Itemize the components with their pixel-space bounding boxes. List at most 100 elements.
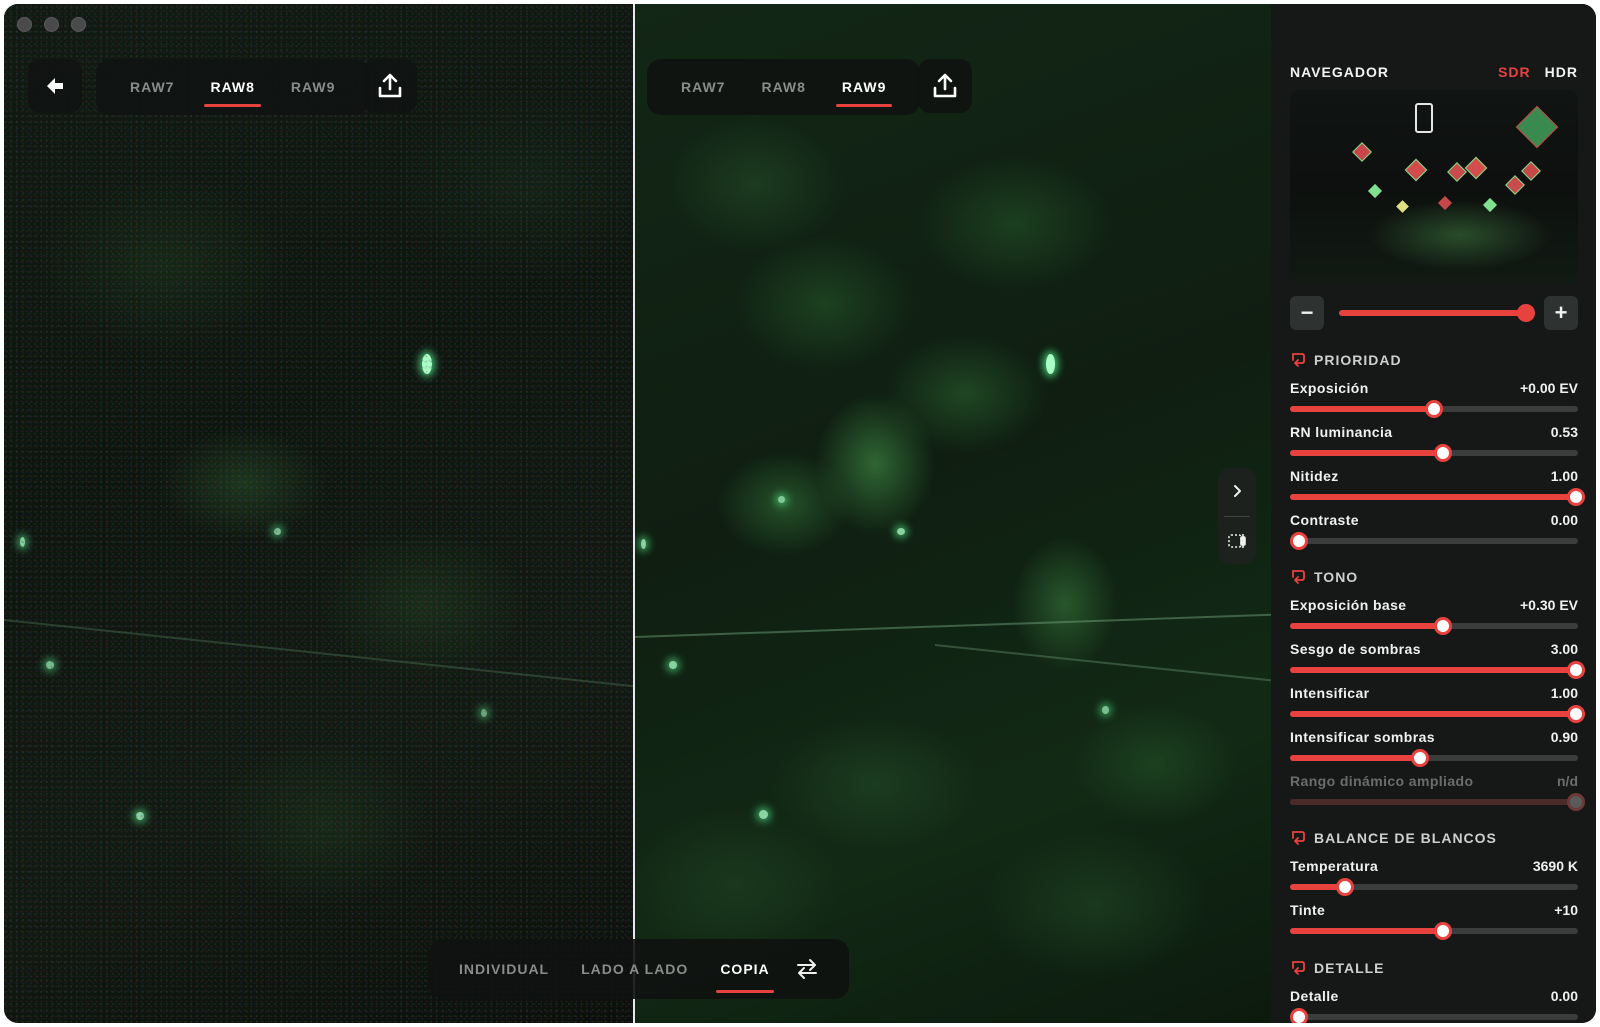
navigator-header: NAVEGADOR SDR HDR	[1290, 64, 1578, 80]
adjustment-value: 0.00	[1550, 512, 1578, 528]
back-button[interactable]	[28, 59, 82, 113]
slider-knob[interactable]	[1425, 400, 1443, 418]
slider-knob[interactable]	[1290, 1008, 1308, 1023]
share-icon	[378, 73, 402, 98]
section-prioridad: PRIORIDAD	[1290, 350, 1578, 370]
collapse-panel-button[interactable]	[1230, 468, 1244, 514]
tab-copy[interactable]: COPIA	[704, 939, 785, 999]
left-image-pane[interactable]	[4, 4, 633, 1023]
adjustment-label: Nitidez	[1290, 468, 1339, 484]
adjustment-label: Intensificar sombras	[1290, 729, 1435, 745]
glow-spot	[759, 810, 768, 819]
slider-fill	[1290, 406, 1434, 412]
adjustment-slider[interactable]	[1290, 532, 1578, 550]
tab-individual[interactable]: INDIVIDUAL	[443, 939, 565, 999]
thumb-shape	[1521, 161, 1541, 181]
swap-button[interactable]	[794, 939, 820, 999]
adjustment-row: Sesgo de sombras 3.00	[1290, 641, 1585, 685]
adjustment-slider[interactable]	[1290, 617, 1578, 635]
tab-side-by-side[interactable]: LADO A LADO	[565, 939, 704, 999]
right-image-pane[interactable]	[635, 4, 1271, 1023]
tab-raw8-left[interactable]: RAW8	[192, 59, 272, 115]
section-tono: TONO	[1290, 567, 1578, 587]
adjustment-label: Tinte	[1290, 902, 1326, 918]
adjustment-slider[interactable]	[1290, 1008, 1578, 1023]
adjustment-value: 3.00	[1550, 641, 1578, 657]
slider-fill	[1290, 667, 1578, 673]
adjustment-value: 1.00	[1550, 685, 1578, 701]
right-raw-tabs: RAW7 RAW8 RAW9	[647, 59, 921, 115]
adjustments-panel: NAVEGADOR SDR HDR − + PRIORIDAD Exposici…	[1271, 4, 1596, 1023]
tab-raw7-right[interactable]: RAW7	[663, 59, 743, 115]
share-button-left[interactable]	[363, 59, 417, 113]
adjustment-row: Exposición +0.00 EV	[1290, 380, 1578, 424]
tab-raw9-right[interactable]: RAW9	[824, 59, 904, 115]
left-raw-tabs: RAW7 RAW8 RAW9	[96, 59, 370, 115]
adjustment-value: +10	[1554, 902, 1578, 918]
slider-knob[interactable]	[1433, 922, 1452, 940]
adjustment-label: Sesgo de sombras	[1290, 641, 1421, 657]
slider-knob[interactable]	[1567, 705, 1585, 723]
slider-knob[interactable]	[1567, 488, 1585, 506]
thumb-shape	[1505, 175, 1525, 195]
share-button-right[interactable]	[918, 59, 972, 113]
zoom-slider-knob[interactable]	[1517, 304, 1535, 322]
zoom-window-button[interactable]	[71, 17, 86, 32]
adjustment-slider[interactable]	[1290, 661, 1585, 679]
slider-knob[interactable]	[1567, 661, 1585, 679]
plant-stem	[635, 613, 1271, 638]
slider-knob[interactable]	[1433, 617, 1452, 635]
reset-icon[interactable]	[1290, 352, 1306, 368]
zoom-in-button[interactable]: +	[1544, 296, 1578, 330]
compare-icon	[1228, 534, 1246, 549]
mode-hdr[interactable]: HDR	[1545, 64, 1578, 80]
adjustment-label: RN luminancia	[1290, 424, 1393, 440]
adjustment-slider[interactable]	[1290, 400, 1578, 418]
slider-knob[interactable]	[1433, 444, 1452, 462]
adjustment-value: +0.30 EV	[1520, 597, 1578, 613]
slider-fill	[1290, 494, 1578, 500]
adjustment-row: Contraste 0.00	[1290, 512, 1578, 556]
adjustment-slider[interactable]	[1290, 878, 1578, 896]
navigator-viewport-frame[interactable]	[1415, 103, 1433, 133]
adjustment-row: RN luminancia 0.53	[1290, 424, 1578, 468]
slider-knob[interactable]	[1410, 749, 1429, 767]
minimize-window-button[interactable]	[44, 17, 59, 32]
adjustment-slider[interactable]	[1290, 488, 1585, 506]
reset-icon[interactable]	[1290, 960, 1306, 976]
adjustment-slider[interactable]	[1290, 444, 1578, 462]
thumb-shape	[1352, 142, 1372, 162]
adjustment-row: Nitidez 1.00	[1290, 468, 1585, 512]
compare-divider[interactable]	[633, 4, 635, 1023]
adjustment-slider[interactable]	[1290, 705, 1585, 723]
tab-raw9-left[interactable]: RAW9	[273, 59, 353, 115]
tab-raw8-right[interactable]: RAW8	[743, 59, 823, 115]
arrow-left-icon	[47, 78, 63, 94]
slider-knob[interactable]	[1335, 878, 1354, 896]
zoom-out-button[interactable]: −	[1290, 296, 1324, 330]
section-header: TONO	[1290, 567, 1578, 587]
tab-raw7-left[interactable]: RAW7	[112, 59, 192, 115]
glow-spot	[20, 537, 25, 547]
adjustment-value: +0.00 EV	[1520, 380, 1578, 396]
glow-spot	[1102, 706, 1109, 714]
mode-sdr[interactable]: SDR	[1498, 64, 1531, 80]
compare-toggle-button[interactable]	[1227, 518, 1247, 564]
view-mode-switcher: INDIVIDUAL LADO A LADO COPIA	[429, 939, 849, 999]
thumb-shape	[1464, 156, 1488, 180]
adjustment-slider[interactable]	[1290, 922, 1578, 940]
reset-icon[interactable]	[1290, 569, 1306, 585]
adjustment-slider[interactable]	[1290, 749, 1578, 767]
zoom-controls: − +	[1290, 296, 1578, 330]
glow-spot	[422, 354, 432, 374]
swap-arrows-icon	[796, 959, 817, 979]
section-detalle: DETALLE	[1290, 958, 1578, 978]
zoom-slider[interactable]	[1339, 304, 1535, 322]
thumb-shape	[1437, 195, 1453, 211]
close-window-button[interactable]	[17, 17, 32, 32]
section-title: DETALLE	[1314, 960, 1385, 976]
thumb-shape	[1367, 183, 1383, 199]
navigator-thumbnail[interactable]	[1290, 90, 1578, 284]
reset-icon[interactable]	[1290, 830, 1306, 846]
slider-knob[interactable]	[1290, 532, 1308, 550]
